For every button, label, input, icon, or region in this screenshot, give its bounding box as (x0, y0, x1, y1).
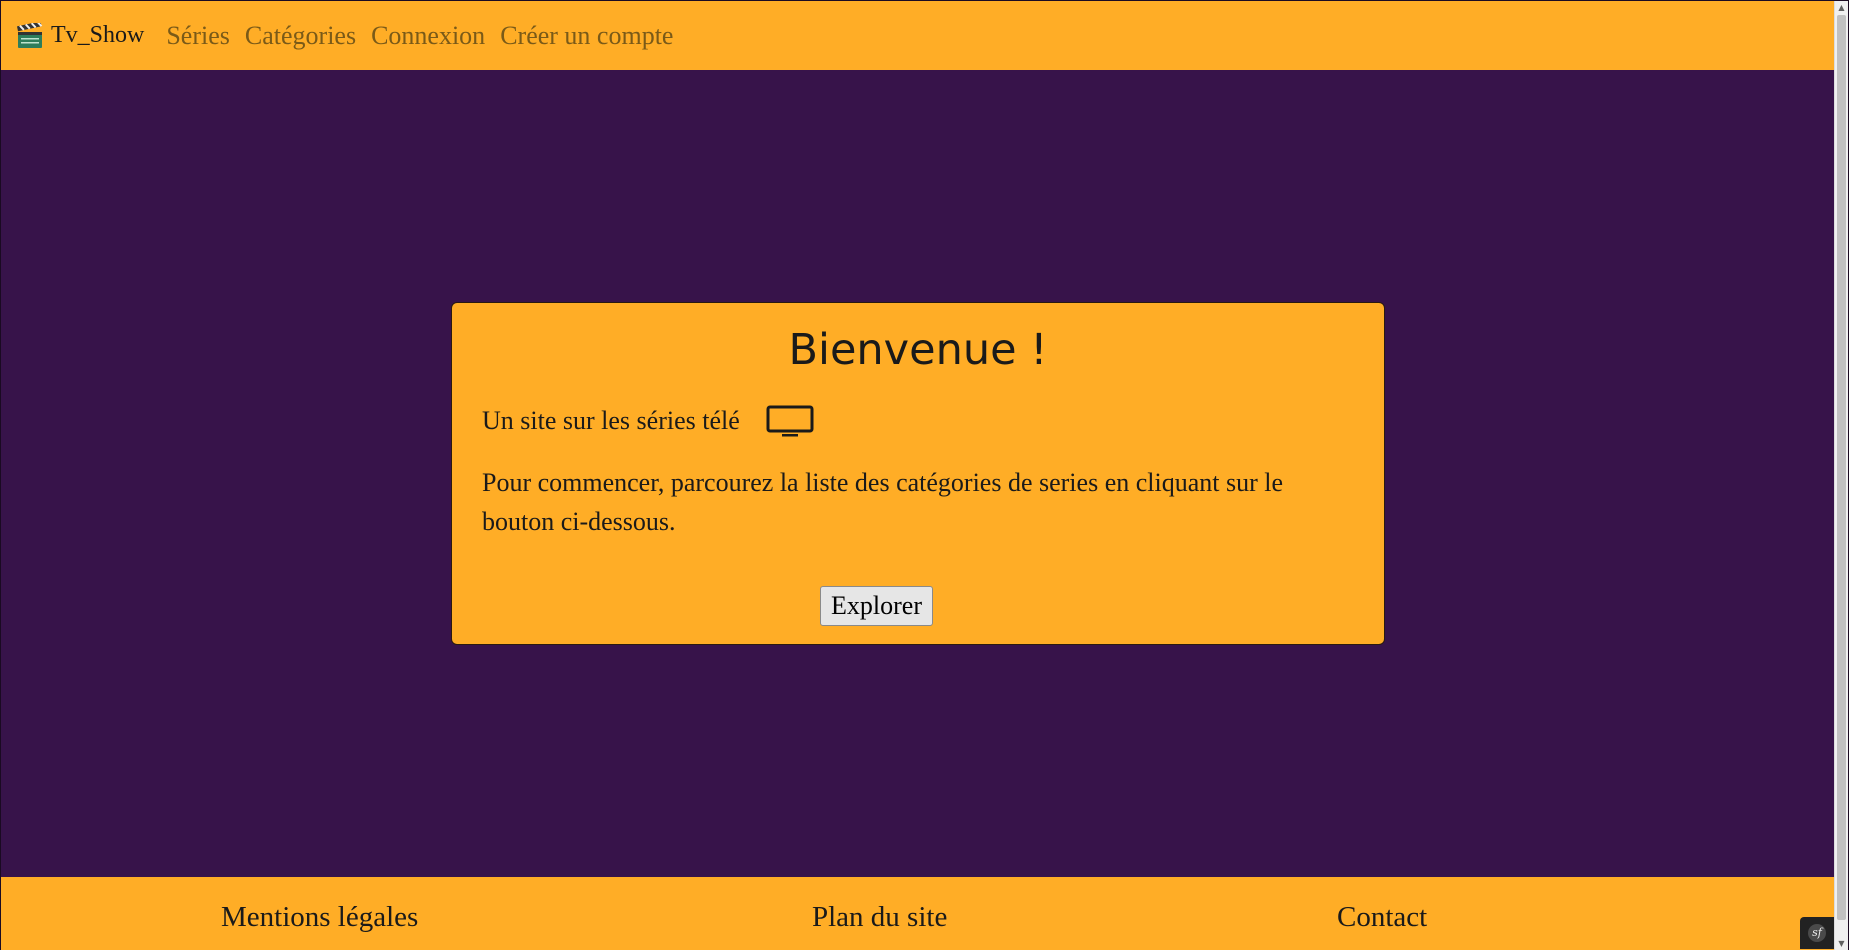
top-navbar: Tv_Show Séries Catégories Connexion Crée… (1, 1, 1835, 70)
vertical-scrollbar[interactable]: ▲ ▼ (1834, 1, 1848, 950)
scroll-up-arrow-icon[interactable]: ▲ (1835, 2, 1848, 14)
explore-button[interactable]: Explorer (820, 586, 933, 626)
brand-link[interactable]: Tv_Show (17, 22, 144, 49)
welcome-card: Bienvenue ! Un site sur les séries télé … (451, 302, 1385, 645)
debug-toolbar-toggle[interactable]: sf (1800, 917, 1834, 949)
tagline: Un site sur les séries télé (482, 405, 1354, 437)
nav-link-register[interactable]: Créer un compte (500, 21, 673, 51)
footer: Mentions légales Plan du site Contact (1, 877, 1835, 950)
footer-link-sitemap[interactable]: Plan du site (812, 901, 947, 934)
nav-link-login[interactable]: Connexion (371, 21, 485, 51)
intro-text: Pour commencer, parcourez la liste des c… (482, 468, 1284, 536)
main-content: Bienvenue ! Un site sur les séries télé … (1, 70, 1835, 877)
footer-link-legal[interactable]: Mentions légales (221, 901, 418, 934)
welcome-title: Bienvenue ! (788, 325, 1048, 375)
tv-icon (766, 405, 814, 437)
tagline-text: Un site sur les séries télé (482, 406, 740, 435)
symfony-logo-icon: sf (1808, 924, 1826, 942)
scroll-thumb[interactable] (1837, 15, 1846, 920)
nav-link-series[interactable]: Séries (166, 21, 230, 51)
clapperboard-icon (17, 22, 43, 48)
footer-link-contact[interactable]: Contact (1337, 901, 1427, 934)
brand-label: Tv_Show (51, 22, 145, 48)
scroll-down-arrow-icon[interactable]: ▼ (1835, 938, 1848, 950)
nav-link-categories[interactable]: Catégories (245, 21, 356, 51)
